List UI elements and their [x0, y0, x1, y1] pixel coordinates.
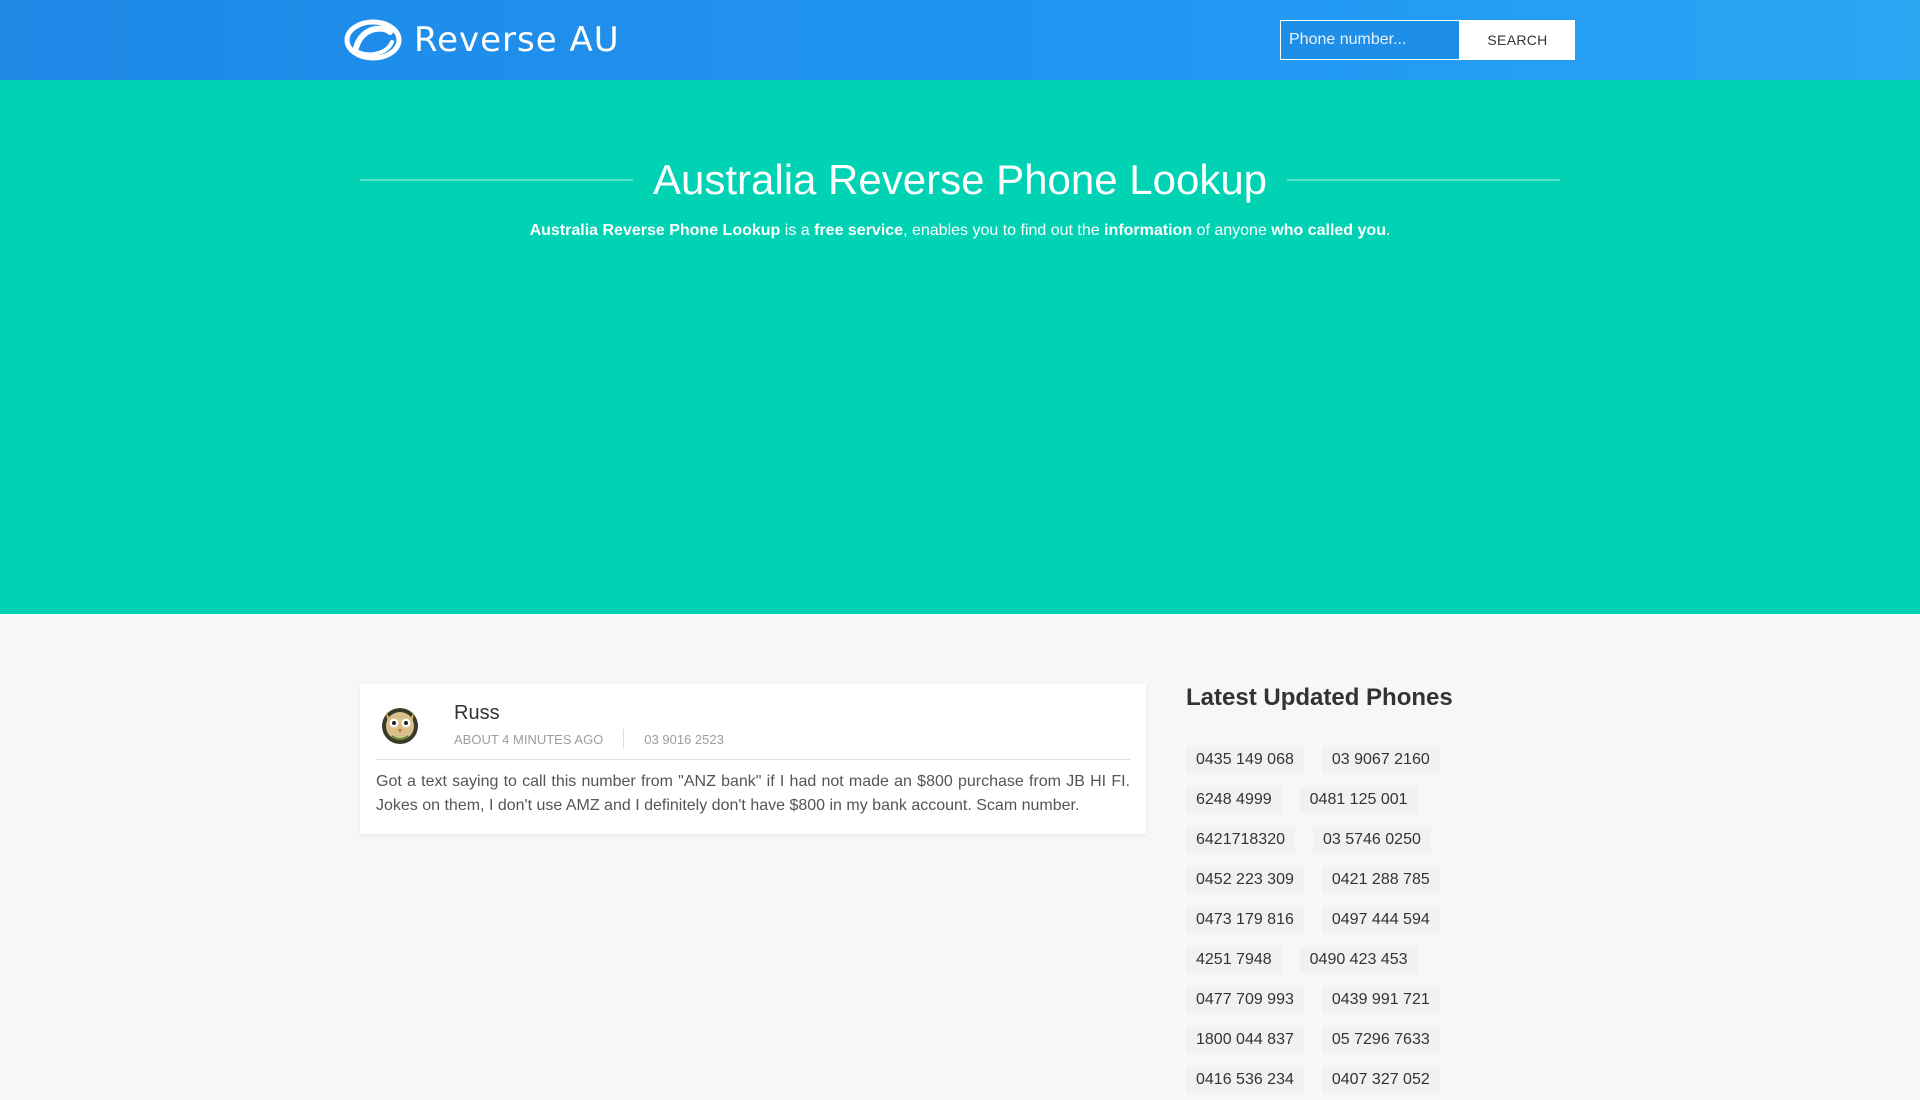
- subtitle-who-called: who called you: [1271, 222, 1386, 239]
- comment-timestamp: ABOUT 4 MINUTES AGO: [454, 731, 604, 747]
- phone-tag[interactable]: 0435 149 068: [1186, 747, 1304, 773]
- subtitle-text: of anyone: [1192, 222, 1272, 239]
- phone-row: 1800 044 837 05 7296 7633: [1186, 1020, 1486, 1060]
- site-logo[interactable]: Reverse AU: [344, 18, 620, 62]
- site-header: Reverse AU SEARCH: [0, 0, 1920, 80]
- phone-tag[interactable]: 6248 4999: [1186, 787, 1282, 813]
- avatar[interactable]: [378, 702, 422, 746]
- hero-subtitle: Australia Reverse Phone Lookup is a free…: [0, 222, 1920, 240]
- phone-tag[interactable]: 0416 536 234: [1186, 1067, 1304, 1093]
- phone-row: 0473 179 816 0497 444 594: [1186, 900, 1486, 940]
- title-divider-left: [360, 179, 633, 181]
- phone-row: 0435 149 068 03 9067 2160: [1186, 740, 1486, 780]
- subtitle-information: information: [1104, 222, 1193, 239]
- title-divider-right: [1287, 179, 1561, 181]
- phone-tag[interactable]: 0490 423 453: [1299, 947, 1418, 973]
- latest-phones-list: 0435 149 068 03 9067 2160 6248 4999 0481…: [1186, 740, 1486, 1100]
- page-title: Australia Reverse Phone Lookup: [652, 156, 1268, 203]
- phone-tag[interactable]: 03 5746 0250: [1312, 827, 1431, 853]
- phone-tag[interactable]: 0439 991 721: [1321, 987, 1440, 1013]
- logo-text: Reverse AU: [414, 20, 620, 60]
- hero-title-row: Australia Reverse Phone Lookup: [360, 150, 1561, 210]
- phone-row: 0452 223 309 0421 288 785: [1186, 860, 1486, 900]
- latest-phones-title: Latest Updated Phones: [1186, 684, 1453, 711]
- comment-phone-link[interactable]: 03 9016 2523: [644, 732, 724, 747]
- phone-tag[interactable]: 0421 288 785: [1321, 867, 1440, 893]
- phone-tag[interactable]: 0497 444 594: [1321, 907, 1440, 933]
- comment-author[interactable]: Russ: [454, 702, 500, 725]
- phone-search-input[interactable]: [1280, 20, 1460, 60]
- comment-text: Got a text saying to call this number fr…: [376, 773, 1130, 814]
- comment-meta: ABOUT 4 MINUTES AGO 03 9016 2523: [454, 729, 724, 749]
- hero-banner: Australia Reverse Phone Lookup Australia…: [0, 80, 1920, 614]
- comment-card: Russ ABOUT 4 MINUTES AGO 03 9016 2523 Go…: [360, 684, 1146, 834]
- subtitle-free-service: free service: [814, 222, 904, 239]
- subtitle-text: is a: [780, 222, 815, 239]
- phone-row: 6248 4999 0481 125 001: [1186, 780, 1486, 820]
- phone-tag[interactable]: 1800 044 837: [1186, 1027, 1304, 1053]
- phone-row: 0416 536 234 0407 327 052: [1186, 1060, 1486, 1100]
- phone-tag[interactable]: 03 9067 2160: [1321, 747, 1440, 773]
- phone-tag[interactable]: 05 7296 7633: [1321, 1027, 1440, 1053]
- subtitle-service-name: Australia Reverse Phone Lookup: [529, 222, 781, 239]
- phone-row: 0477 709 993 0439 991 721: [1186, 980, 1486, 1020]
- reverse-phone-logo-icon: [344, 19, 402, 61]
- subtitle-text: , enables you to find out the: [903, 222, 1105, 239]
- phone-row: 4251 7948 0490 423 453: [1186, 940, 1486, 980]
- phone-tag[interactable]: 4251 7948: [1186, 947, 1282, 973]
- search-form: SEARCH: [1280, 20, 1575, 60]
- phone-tag[interactable]: 0452 223 309: [1186, 867, 1304, 893]
- card-divider: [376, 759, 1130, 760]
- search-button[interactable]: SEARCH: [1460, 20, 1575, 60]
- phone-tag[interactable]: 6421718320: [1186, 827, 1295, 853]
- meta-divider: [623, 729, 625, 749]
- subtitle-text: .: [1385, 222, 1391, 239]
- phone-row: 6421718320 03 5746 0250: [1186, 820, 1486, 860]
- phone-tag[interactable]: 0473 179 816: [1186, 907, 1304, 933]
- phone-tag[interactable]: 0407 327 052: [1321, 1067, 1440, 1093]
- phone-tag[interactable]: 0477 709 993: [1186, 987, 1304, 1013]
- phone-tag[interactable]: 0481 125 001: [1299, 787, 1418, 813]
